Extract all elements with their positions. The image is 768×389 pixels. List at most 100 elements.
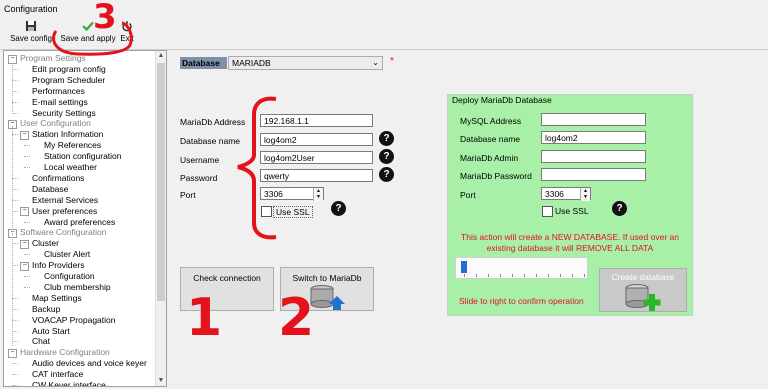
tree-item[interactable]: CAT interface (32, 369, 83, 380)
deploy-warning-line2: existing database it will REMOVE ALL DAT… (486, 243, 654, 253)
deploy-address-input[interactable] (541, 113, 646, 126)
tree-item[interactable]: Software Configuration (20, 227, 106, 238)
slider-label: Slide to right to confirm operation (459, 296, 584, 306)
scroll-thumb[interactable] (157, 63, 165, 301)
tree-item[interactable]: VOACAP Propagation (32, 315, 115, 326)
slider-tick (488, 274, 489, 277)
tree-collapse-icon[interactable]: − (20, 261, 29, 271)
deploy-password-label: MariaDb Password (460, 171, 532, 181)
chevron-down-icon: ⌄ (372, 58, 379, 67)
tree-item[interactable]: Cluster Alert (44, 249, 90, 260)
database-select[interactable]: MARIADB ⌄ (228, 56, 383, 70)
port-spinner[interactable]: ▲ ▼ (313, 188, 323, 201)
annotation-two: 2 (278, 288, 315, 348)
tree-item[interactable]: User preferences (32, 206, 97, 217)
check-connection-label: Check connection (193, 273, 261, 283)
tree-scrollbar[interactable]: ▲ ▼ (155, 51, 166, 386)
confirm-slider[interactable] (455, 257, 588, 279)
deploy-ssl-help-icon[interactable]: ? (612, 201, 627, 216)
settings-tree[interactable]: − Program Settings Edit program config Prog… (3, 50, 167, 387)
tree-connector (12, 374, 18, 376)
tree-item[interactable]: Info Providers (32, 260, 84, 271)
tree-item[interactable]: Auto Start (32, 326, 70, 337)
annotation-three: 3 (93, 0, 117, 37)
deploy-address-label: MySQL Address (460, 116, 522, 126)
deploy-port-spinner[interactable]: ▲ ▼ (580, 188, 590, 201)
tree-connector (12, 363, 18, 365)
slider-tick (560, 274, 561, 277)
tree-item[interactable]: Program Scheduler (32, 75, 105, 86)
deploy-dbname-label: Database name (460, 134, 521, 144)
tree-item[interactable]: Cluster (32, 238, 59, 249)
tree-item[interactable]: Station Information (32, 129, 103, 140)
slider-tick (536, 274, 537, 277)
slider-tick (500, 274, 501, 277)
slider-tick (584, 274, 585, 277)
tree-item[interactable]: Club membership (44, 282, 111, 293)
dbname-label: Database name (180, 136, 241, 146)
confirm-slider-thumb[interactable] (461, 261, 467, 273)
tree-item[interactable]: Award preferences (44, 217, 115, 228)
tree-item[interactable]: External Services (32, 195, 98, 206)
slider-tick (572, 274, 573, 277)
scroll-up-arrow-icon[interactable]: ▲ (156, 51, 166, 61)
slider-tick (464, 274, 465, 277)
tree-item[interactable]: Chat (32, 336, 50, 347)
deploy-admin-input[interactable] (541, 150, 646, 163)
scroll-down-arrow-icon[interactable]: ▼ (156, 376, 166, 386)
slider-tick (524, 274, 525, 277)
tree-connector (24, 145, 30, 147)
database-switch-icon (309, 284, 345, 312)
deploy-admin-label: MariaDb Admin (460, 153, 519, 163)
slider-tick (512, 274, 513, 277)
tree-item[interactable]: User Configuration (20, 118, 91, 129)
password-help-icon[interactable]: ? (379, 167, 394, 182)
deploy-port-input[interactable]: 3306 ▲ ▼ (541, 187, 591, 201)
tree-item[interactable]: Map Settings (32, 293, 82, 304)
tree-connector (24, 254, 30, 256)
tree-connector (24, 286, 30, 288)
tree-collapse-icon[interactable]: − (8, 348, 17, 358)
tree-guide-line (12, 63, 13, 114)
tree-item[interactable]: Audio devices and voice keyer (32, 358, 147, 369)
deploy-port-label: Port (460, 190, 476, 200)
tree-item[interactable]: CW Keyer interface (32, 380, 106, 386)
tree-collapse-icon[interactable]: − (20, 207, 29, 217)
create-database-label: Create database (611, 272, 675, 282)
tree-collapse-icon[interactable]: − (20, 130, 29, 140)
tree-item[interactable]: Backup (32, 304, 60, 315)
tree-item[interactable]: E-mail settings (32, 97, 88, 108)
create-database-button[interactable]: Create database (599, 268, 687, 312)
tree-connector (24, 221, 30, 223)
tree-connector (24, 156, 30, 158)
tree-item[interactable]: Hardware Configuration (20, 347, 110, 358)
username-help-icon[interactable]: ? (379, 149, 394, 164)
tree-collapse-icon[interactable]: − (20, 239, 29, 249)
tree-item[interactable]: Confirmations (32, 173, 84, 184)
deploy-use-ssl-checkbox[interactable] (542, 206, 553, 217)
deploy-port-value: 3306 (545, 189, 564, 199)
annotation-bracket (232, 95, 282, 247)
tree-item[interactable]: Database (32, 184, 68, 195)
tree-item[interactable]: Local weather (44, 162, 97, 173)
deploy-warning: This action will create a NEW DATABASE. … (452, 232, 688, 254)
tree-connector (12, 385, 18, 386)
tree-guide-line (12, 126, 13, 346)
tree-connector (24, 167, 30, 168)
annotation-one: 1 (186, 288, 223, 348)
tree-item[interactable]: My References (44, 140, 101, 151)
deploy-password-input[interactable] (541, 168, 646, 181)
dbname-help-icon[interactable]: ? (379, 131, 394, 146)
slider-tick (476, 274, 477, 277)
tree-item[interactable]: Configuration (44, 271, 95, 282)
password-label: Password (180, 173, 218, 183)
tree-item[interactable]: Edit program config (32, 64, 106, 75)
switch-to-mariadb-label: Switch to MariaDb (292, 273, 362, 283)
deploy-use-ssl-label: Use SSL (555, 206, 589, 216)
tree-item[interactable]: Station configuration (44, 151, 122, 162)
tree-item[interactable]: Performances (32, 86, 85, 97)
tree-connector (24, 276, 30, 277)
tree-item[interactable]: Security Settings (32, 108, 96, 119)
ssl-help-icon[interactable]: ? (331, 201, 346, 216)
deploy-dbname-input[interactable]: log4om2 (541, 131, 646, 144)
